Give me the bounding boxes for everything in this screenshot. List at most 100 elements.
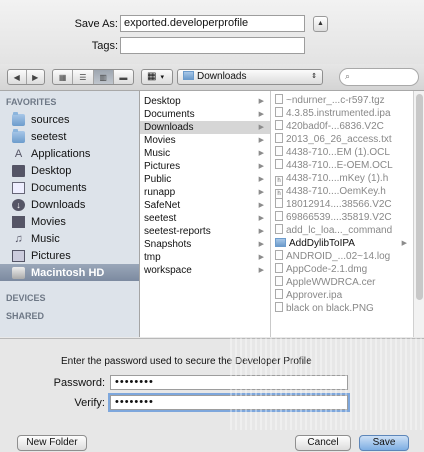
list-item[interactable]: Documents ▶ bbox=[140, 108, 270, 121]
new-folder-button[interactable]: New Folder bbox=[17, 435, 87, 451]
list-item[interactable]: black on black.PNG bbox=[271, 302, 413, 315]
disclosure-arrow-icon: ▶ bbox=[258, 215, 264, 222]
sidebar-item-movies[interactable]: Movies bbox=[0, 213, 139, 230]
list-item[interactable]: Public ▶ bbox=[140, 173, 270, 186]
favorites-header: FAVORITES bbox=[6, 97, 57, 107]
disclosure-arrow-icon: ▶ bbox=[258, 150, 264, 157]
list-item[interactable]: seetest ▶ bbox=[140, 212, 270, 225]
list-item[interactable]: SafeNet ▶ bbox=[140, 199, 270, 212]
folder-icon bbox=[12, 111, 25, 126]
cancel-button[interactable]: Cancel bbox=[295, 435, 351, 451]
list-item[interactable]: h 4438-710....mKey (1).h bbox=[271, 172, 413, 186]
sidebar-item-desktop[interactable]: Desktop bbox=[0, 162, 139, 179]
list-item-downloads[interactable]: Downloads ▶ bbox=[140, 121, 270, 134]
password-field[interactable]: •••••••• bbox=[110, 375, 348, 390]
expand-toggle-button[interactable]: ▲ bbox=[313, 16, 328, 32]
file-icon bbox=[275, 159, 283, 169]
list-item[interactable]: AppleWWDRCA.cer bbox=[271, 276, 413, 289]
sidebar-item-macintosh-hd[interactable]: Macintosh HD bbox=[0, 264, 139, 281]
list-item[interactable]: Music ▶ bbox=[140, 147, 270, 160]
list-view-icon[interactable]: ☰ bbox=[73, 70, 94, 84]
list-item[interactable]: workspace ▶ bbox=[140, 264, 270, 277]
location-label: Downloads bbox=[197, 71, 247, 82]
list-item[interactable]: add_lc_loa..._command bbox=[271, 224, 413, 237]
scrollbar-thumb[interactable] bbox=[416, 94, 423, 300]
list-item[interactable]: runapp ▶ bbox=[140, 186, 270, 199]
file-icon bbox=[275, 289, 283, 299]
save-button[interactable]: Save bbox=[359, 435, 409, 451]
list-item[interactable]: Approver.ipa bbox=[271, 289, 413, 302]
file-icon bbox=[275, 276, 283, 286]
list-item[interactable]: 18012914....38566.V2C bbox=[271, 198, 413, 211]
hard-disk-icon bbox=[12, 266, 25, 279]
sidebar-item-pictures[interactable]: Pictures bbox=[0, 247, 139, 264]
disclosure-arrow-icon: ▶ bbox=[258, 189, 264, 196]
file-icon bbox=[275, 263, 283, 273]
disclosure-arrow-icon: ▶ bbox=[258, 111, 264, 118]
save-header bbox=[0, 0, 424, 65]
back-button[interactable]: ◀ bbox=[8, 70, 27, 84]
disclosure-arrow-icon: ▶ bbox=[258, 124, 264, 131]
sidebar-item-downloads[interactable]: ↓ Downloads bbox=[0, 196, 139, 213]
file-icon bbox=[275, 133, 283, 143]
disclosure-arrow-icon: ▶ bbox=[258, 241, 264, 248]
tags-field[interactable] bbox=[120, 37, 305, 54]
list-item[interactable]: seetest-reports ▶ bbox=[140, 225, 270, 238]
list-item[interactable]: 4438-710...EM (1).OCL bbox=[271, 146, 413, 159]
verify-label: Verify: bbox=[74, 397, 105, 409]
forward-button[interactable]: ▶ bbox=[27, 70, 45, 84]
disclosure-arrow-icon: ▶ bbox=[258, 267, 264, 274]
sidebar-item-seetest[interactable]: seetest bbox=[0, 128, 139, 145]
icon-view-icon[interactable]: ▦ bbox=[53, 70, 74, 84]
file-icon bbox=[275, 107, 283, 117]
view-mode-control: ▦ ☰ ▥ ▬ bbox=[52, 69, 134, 85]
list-item[interactable]: Movies ▶ bbox=[140, 134, 270, 147]
list-item[interactable]: Pictures ▶ bbox=[140, 160, 270, 173]
desktop-icon bbox=[12, 164, 25, 177]
save-as-label: Save As: bbox=[74, 18, 118, 30]
list-item[interactable]: ~ndurner_...c-r597.tgz bbox=[271, 94, 413, 107]
list-item[interactable]: 4438-710...E-OEM.OCL bbox=[271, 159, 413, 172]
file-icon bbox=[275, 94, 283, 104]
coverflow-view-icon[interactable]: ▬ bbox=[114, 70, 133, 84]
verify-field[interactable]: •••••••• bbox=[108, 393, 350, 412]
back-forward-control: ◀ ▶ bbox=[7, 69, 45, 85]
shared-header: SHARED bbox=[6, 311, 45, 321]
sidebar-item-sources[interactable]: sources bbox=[0, 111, 139, 128]
list-item[interactable]: ANDROID_...02~14.log bbox=[271, 250, 413, 263]
search-field[interactable]: ⌕ bbox=[339, 68, 419, 86]
downloads-icon: ↓ bbox=[12, 198, 25, 211]
disclosure-arrow-icon: ▶ bbox=[258, 137, 264, 144]
list-item[interactable]: tmp ▶ bbox=[140, 251, 270, 264]
list-item[interactable]: 4.3.85.instrumented.ipa bbox=[271, 107, 413, 120]
file-icon bbox=[275, 224, 283, 234]
list-item[interactable]: h 4438-710....OemKey.h bbox=[271, 185, 413, 199]
file-column: ~ndurner_...c-r597.tgz 4.3.85.instrument… bbox=[271, 91, 413, 337]
sidebar-item-applications[interactable]: A Applications bbox=[0, 145, 139, 162]
list-item[interactable]: 2013_06_26_access.txt bbox=[271, 133, 413, 146]
updown-icon: ⇕ bbox=[311, 73, 317, 80]
column-view-icon[interactable]: ▥ bbox=[93, 70, 114, 84]
file-icon bbox=[275, 250, 283, 260]
list-item[interactable]: AppCode-2.1.dmg bbox=[271, 263, 413, 276]
list-item[interactable]: AddDylibToIPA ▶ bbox=[271, 237, 413, 250]
list-item[interactable]: Desktop ▶ bbox=[140, 95, 270, 108]
list-item[interactable]: 69866539....35819.V2C bbox=[271, 211, 413, 224]
documents-icon bbox=[12, 181, 25, 194]
folder-icon bbox=[183, 71, 194, 80]
sidebar-item-music[interactable]: ♫ Music bbox=[0, 230, 139, 247]
disclosure-arrow-icon: ▶ bbox=[258, 176, 264, 183]
file-icon bbox=[275, 198, 283, 208]
location-popup[interactable]: Downloads ⇕ bbox=[177, 69, 323, 85]
movies-icon bbox=[12, 215, 25, 228]
vertical-scrollbar[interactable] bbox=[413, 91, 424, 337]
list-item[interactable]: Snapshots ▶ bbox=[140, 238, 270, 251]
pictures-icon bbox=[12, 249, 25, 262]
applications-icon: A bbox=[14, 147, 23, 160]
list-item[interactable]: 420bad0f-...6836.V2C bbox=[271, 120, 413, 133]
folder-icon bbox=[275, 238, 286, 247]
save-as-field[interactable]: exported.developerprofile bbox=[120, 15, 305, 32]
sidebar-item-documents[interactable]: Documents bbox=[0, 179, 139, 196]
disclosure-arrow-icon: ▶ bbox=[258, 163, 264, 170]
arrange-popup[interactable]: ▦ ▾ bbox=[141, 69, 173, 85]
